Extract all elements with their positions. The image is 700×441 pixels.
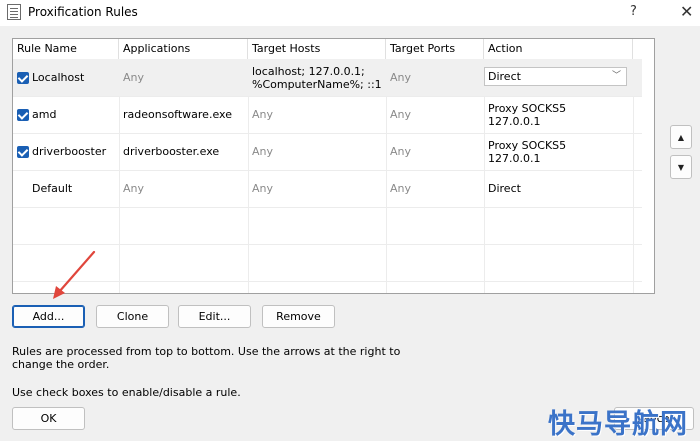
column-header-target-hosts[interactable]: Target Hosts [248, 39, 386, 59]
arrow-up-icon: ▲ [677, 132, 685, 142]
target-hosts-cell: Any [252, 108, 274, 121]
watermark: 快马导航网 [548, 409, 688, 440]
title-bar: Proxification Rules ? ✕ [0, 0, 700, 26]
grid-header: Rule Name Applications Target Hosts Targ… [13, 39, 654, 59]
rule-name: Default [32, 182, 73, 195]
applications-cell: driverbooster.exe [123, 145, 220, 158]
info-checkbox-text: Use check boxes to enable/disable a rule… [12, 386, 241, 399]
window-title: Proxification Rules [28, 5, 138, 19]
annotation-arrow-icon [53, 250, 96, 299]
move-up-button[interactable]: ▲ [670, 125, 692, 149]
remove-button-label: Remove [276, 310, 321, 323]
move-down-button[interactable]: ▼ [670, 155, 692, 179]
rule-row-amd[interactable]: amd radeonsoftware.exe Any Any Proxy SOC… [13, 96, 642, 133]
remove-button[interactable]: Remove [262, 305, 335, 328]
target-hosts-cell: Any [252, 145, 274, 158]
chevron-down-icon: ﹀ [611, 71, 621, 81]
clone-button[interactable]: Clone [96, 305, 169, 328]
grid-line [13, 207, 642, 208]
add-button[interactable]: Add... [12, 305, 85, 328]
rule-name: amd [32, 108, 57, 121]
target-ports-cell: Any [390, 182, 412, 195]
column-header-action[interactable]: Action [484, 39, 633, 59]
target-hosts-cell: localhost; 127.0.0.1; %ComputerName%; ::… [248, 59, 386, 96]
app-icon [7, 4, 21, 20]
clone-button-label: Clone [116, 310, 149, 323]
target-hosts-text: localhost; 127.0.0.1; %ComputerName%; ::… [252, 64, 382, 91]
rule-row-default[interactable]: Default Any Any Any Direct [13, 170, 642, 207]
action-cell: Direct ﹀ [484, 59, 633, 96]
rule-name-cell: Localhost [13, 59, 119, 96]
add-button-label: Add... [32, 310, 65, 323]
rule-enabled-checkbox[interactable] [17, 145, 29, 158]
close-button[interactable]: ✕ [680, 2, 693, 21]
rule-name: driverbooster [32, 145, 107, 158]
ok-button[interactable]: OK [12, 407, 85, 430]
rule-row-driverbooster[interactable]: driverbooster driverbooster.exe Any Any … [13, 133, 642, 170]
grid-line [13, 244, 642, 245]
ok-button-label: OK [40, 412, 57, 425]
rule-name-cell: Default [13, 170, 119, 207]
grid-line [13, 281, 642, 282]
action-text: Proxy SOCKS5 127.0.0.1 [488, 101, 567, 128]
target-ports-cell: Any [390, 108, 412, 121]
applications-cell: Any [123, 182, 145, 195]
rule-name: Localhost [32, 71, 85, 84]
action-text: Proxy SOCKS5 127.0.0.1 [488, 138, 567, 165]
action-cell: Direct [488, 182, 521, 195]
action-cell: Proxy SOCKS5 127.0.0.1 [484, 96, 633, 133]
applications-cell: Any [123, 71, 145, 84]
column-header-applications[interactable]: Applications [119, 39, 248, 59]
rule-enabled-checkbox[interactable] [17, 71, 29, 84]
rule-name-cell: amd [13, 96, 119, 133]
rules-grid[interactable]: Rule Name Applications Target Hosts Targ… [12, 38, 655, 294]
help-button[interactable]: ? [630, 4, 637, 19]
action-dropdown-value: Direct [488, 70, 521, 83]
action-cell: Proxy SOCKS5 127.0.0.1 [484, 133, 633, 170]
edit-button[interactable]: Edit... [178, 305, 251, 328]
column-header-rule-name[interactable]: Rule Name [13, 39, 119, 59]
rule-enabled-checkbox[interactable] [17, 108, 29, 121]
arrow-down-icon: ▼ [677, 162, 685, 172]
target-ports-cell: Any [390, 145, 412, 158]
target-ports-cell: Any [390, 71, 412, 84]
action-dropdown[interactable]: Direct ﹀ [484, 67, 627, 86]
info-order-text: Rules are processed from top to bottom. … [12, 345, 401, 371]
rule-row-localhost[interactable]: Localhost Any localhost; 127.0.0.1; %Com… [13, 59, 642, 96]
edit-button-label: Edit... [198, 310, 231, 323]
column-header-target-ports[interactable]: Target Ports [386, 39, 484, 59]
applications-cell: radeonsoftware.exe [123, 108, 232, 121]
rule-name-cell: driverbooster [13, 133, 119, 170]
target-hosts-cell: Any [252, 182, 274, 195]
